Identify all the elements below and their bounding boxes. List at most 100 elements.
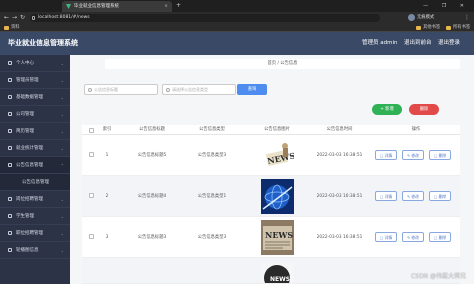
row-title: 公告信息标题3	[137, 235, 167, 240]
delete-button[interactable]: ▢ 删除	[429, 191, 451, 201]
svg-text:NEWS: NEWS	[270, 276, 290, 283]
sidebar-item-stats[interactable]: 就业统计管理 ⌄	[0, 140, 70, 157]
tab-title: 毕业就业信息管理系统	[74, 4, 119, 9]
sidebar-item-profile[interactable]: 个人中心 ⌄	[0, 55, 70, 72]
position-icon	[8, 231, 12, 235]
row-index: 2	[105, 194, 109, 199]
window-controls[interactable]: — ❐ ✕	[423, 0, 470, 12]
col-image: 公告信息图片	[264, 127, 290, 132]
col-time: 公告信息时间	[326, 127, 353, 132]
table-row: NEWS	[82, 258, 460, 284]
row-index: 1	[105, 153, 109, 158]
menu-icon[interactable]: ⋮	[464, 12, 470, 23]
folder-icon	[446, 25, 451, 30]
avatar-icon	[408, 14, 415, 21]
company-icon	[8, 112, 12, 116]
sidebar-subitem-notice[interactable]: 公告信息管理	[0, 174, 70, 191]
job-icon	[8, 197, 12, 201]
bookmark-bar: 资料 其他书签 所有书签	[0, 23, 474, 32]
carousel-icon	[8, 248, 12, 252]
chevron-down-icon: ⌄	[60, 248, 64, 253]
row-type: 公告信息类型3	[197, 235, 227, 240]
edit-button[interactable]: ✎ 修改	[402, 191, 424, 201]
chevron-down-icon: ⌄	[60, 146, 64, 151]
notice-table: 索引 公告信息标题 公告信息类型 公告信息图片 公告信息时间 操作 1 公告信息…	[82, 125, 460, 284]
row-time: 2022-03-03 16:38:51	[316, 235, 363, 240]
chevron-down-icon: ⌄	[60, 214, 64, 219]
row-time: 2022-03-03 16:38:51	[316, 153, 363, 158]
edit-button[interactable]: ✎ 修改	[402, 150, 424, 160]
bookmark-all[interactable]: 所有书签	[446, 23, 470, 32]
title-search-input[interactable]: 公告信息标题	[84, 84, 158, 95]
sidebar-item-company[interactable]: 公司管理 ⌄	[0, 106, 70, 123]
edit-button[interactable]: ✎ 修改	[402, 232, 424, 242]
add-button[interactable]: + 新增	[372, 104, 402, 115]
close-tab-icon[interactable]: ×	[164, 1, 168, 12]
student-icon	[8, 214, 12, 218]
batch-delete-button[interactable]: 删除	[409, 104, 439, 115]
folder-icon	[4, 25, 9, 30]
table-row: 2 公告信息标题4 公告信息类型1 2022-03-03 16:38:51 ▢ …	[82, 176, 460, 217]
table-row: 3 公告信息标题3 公告信息类型3 NEWS 2022-03-03 16:38:…	[82, 217, 460, 258]
chevron-down-icon: ⌄	[60, 78, 64, 83]
browser-tab-bar: 毕业就业信息管理系统 × + — ❐ ✕	[0, 0, 474, 12]
col-title: 公告信息标题	[139, 127, 165, 132]
chevron-down-icon: ⌄	[60, 61, 64, 66]
detail-button[interactable]: ▢ 详情	[375, 150, 397, 160]
row-title: 公告信息标题4	[137, 194, 167, 199]
url-text: localhost:8081/#/news	[38, 14, 90, 20]
admin-icon	[8, 78, 12, 82]
info-icon	[32, 15, 35, 20]
row-checkbox[interactable]	[89, 193, 94, 198]
bookmark-other[interactable]: 其他书签	[416, 23, 440, 32]
delete-button[interactable]: ▢ 删除	[429, 232, 451, 242]
folder-icon	[416, 25, 421, 30]
chevron-down-icon: ⌄	[60, 95, 64, 100]
sidebar-item-resume[interactable]: 简历管理 ⌄	[0, 123, 70, 140]
row-checkbox[interactable]	[89, 152, 94, 157]
app-header: 毕业就业信息管理系统 管理员 admin 退出到前台 退出登录	[0, 32, 474, 55]
main-content: 首页 / 公告信息 公告信息标题 请选择公告信息类型 查询 + 新增 删除 索引…	[70, 55, 474, 284]
row-checkbox[interactable]	[89, 234, 94, 239]
breadcrumb: 首页 / 公告信息	[105, 59, 460, 69]
notice-icon	[8, 163, 12, 167]
col-index: 索引	[102, 127, 112, 132]
query-button[interactable]: 查询	[237, 84, 267, 95]
news-thumbnail: NEWS	[261, 262, 294, 283]
logout-to-front-link[interactable]: 退出到前台	[404, 32, 432, 55]
table-row: 1 公告信息标题5 公告信息类型3 NEWS 2022-03-03 16:38:…	[82, 135, 460, 176]
url-field[interactable]: localhost:8081/#/news	[30, 13, 380, 22]
back-icon[interactable]: ←	[4, 12, 9, 23]
sidebar-item-job-post[interactable]: 岗位招聘管理 ⌄	[0, 191, 70, 208]
chevron-down-icon: ⌄	[60, 231, 64, 236]
resume-icon	[8, 129, 12, 133]
detail-button[interactable]: ▢ 详情	[375, 232, 397, 242]
news-paper-thumbnail: NEWS	[261, 138, 294, 173]
sidebar: 个人中心 ⌄ 管理员管理 ⌄ 基础数据管理 ⌄ 公司管理 ⌄ 简历管理 ⌄ 就业统计管理 ⌄…	[0, 55, 70, 284]
address-bar: ← → ↻ localhost:8081/#/news 无痕模式 ⋮	[0, 12, 474, 23]
sidebar-item-student[interactable]: 学生管理 ⌄	[0, 208, 70, 225]
bookmark-folder[interactable]: 资料	[4, 23, 20, 32]
app-title: 毕业就业信息管理系统	[8, 39, 78, 47]
logout-link[interactable]: 退出登录	[438, 32, 460, 55]
browser-tab[interactable]: 毕业就业信息管理系统 ×	[62, 1, 172, 12]
sidebar-item-position[interactable]: 职位招聘管理 ⌄	[0, 225, 70, 242]
new-tab-button[interactable]: +	[176, 0, 181, 12]
forward-icon[interactable]: →	[12, 12, 17, 23]
chevron-up-icon: ⌃	[60, 163, 64, 168]
sidebar-item-notice[interactable]: 公告信息管理 ⌃	[0, 157, 70, 174]
type-select[interactable]: 请选择公告信息类型	[162, 84, 236, 95]
chevron-down-icon: ⌄	[60, 197, 64, 202]
select-all-checkbox[interactable]	[89, 127, 94, 133]
profile-button[interactable]: 无痕模式	[408, 14, 460, 21]
profile-label: 无痕模式	[417, 15, 435, 20]
search-icon	[166, 88, 170, 92]
sidebar-item-admin[interactable]: 管理员管理 ⌄	[0, 72, 70, 89]
detail-button[interactable]: ▢ 详情	[375, 191, 397, 201]
delete-button[interactable]: ▢ 删除	[429, 150, 451, 160]
sidebar-item-basic-data[interactable]: 基础数据管理 ⌄	[0, 89, 70, 106]
row-title: 公告信息标题5	[137, 153, 167, 158]
svg-text:NEWS: NEWS	[265, 230, 293, 240]
reload-icon[interactable]: ↻	[20, 12, 25, 23]
sidebar-item-carousel[interactable]: 轮播图信息 ⌄	[0, 242, 70, 259]
